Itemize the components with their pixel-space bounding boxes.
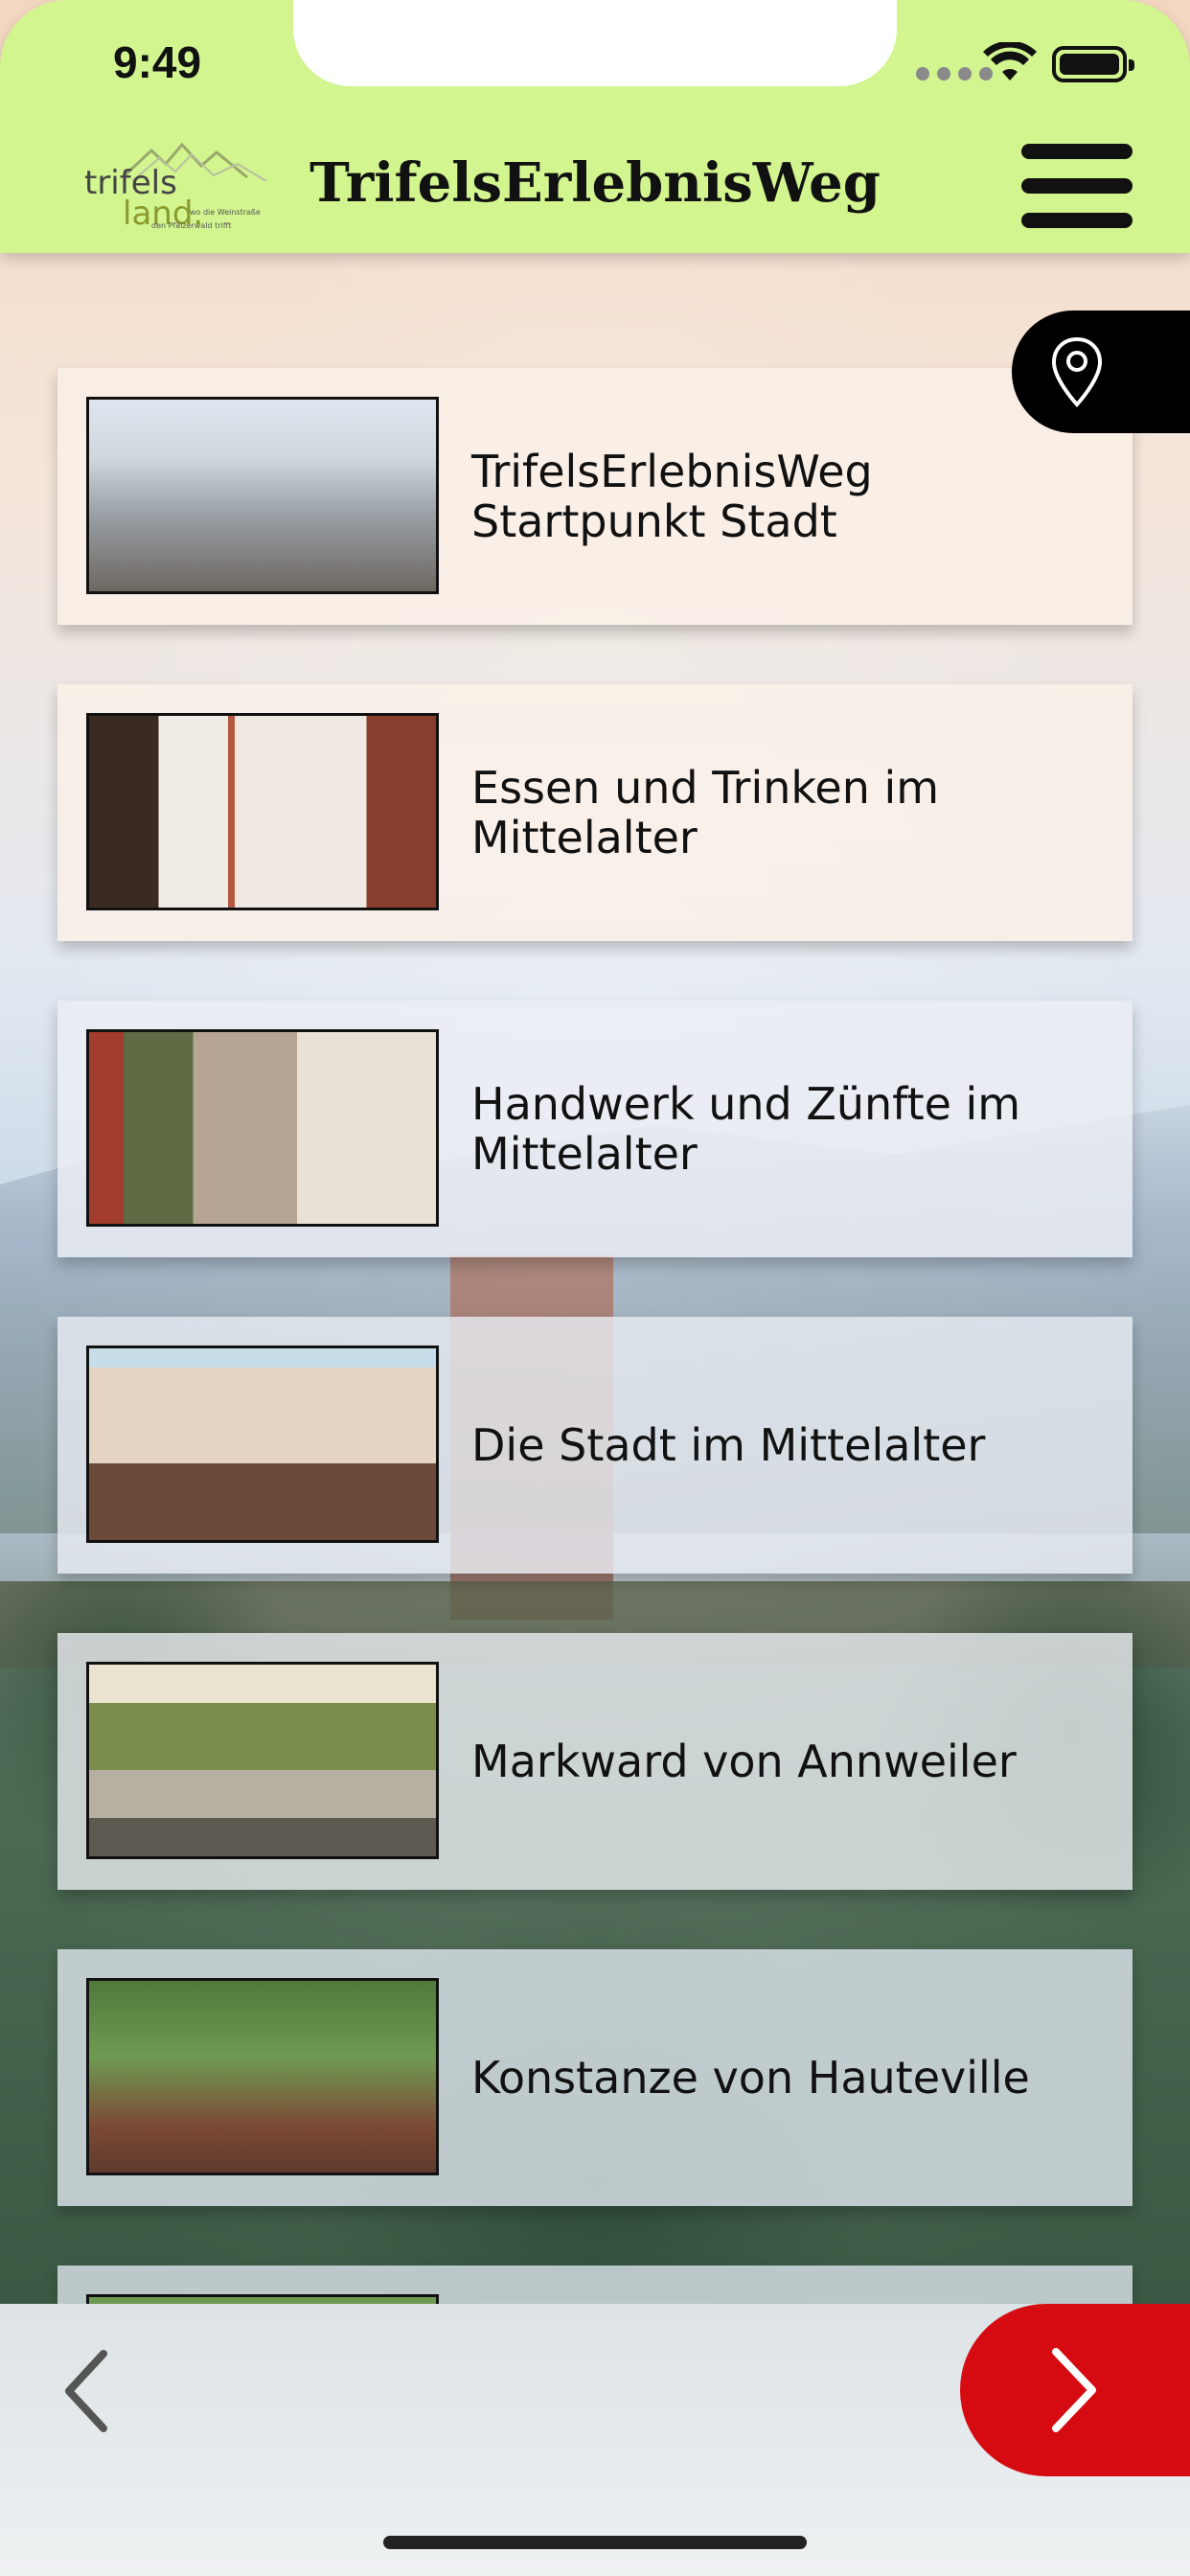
bottom-navigation-bar — [0, 2304, 1190, 2576]
station-thumbnail — [86, 397, 439, 594]
station-thumbnail — [86, 1978, 439, 2175]
station-title: Konstanze von Hauteville — [471, 2052, 1030, 2104]
station-title: Die Stadt im Mittelalter — [471, 1419, 986, 1471]
next-button[interactable] — [960, 2304, 1190, 2476]
battery-icon — [1052, 46, 1134, 82]
station-thumbnail — [86, 713, 439, 910]
station-card[interactable]: TrifelsErlebnisWeg Startpunkt Stadt — [57, 368, 1133, 625]
station-thumbnail — [86, 1029, 439, 1227]
map-button[interactable] — [1012, 310, 1190, 433]
station-title: Essen und Trinken im Mittelalter — [471, 762, 940, 863]
app-header: 9:49 trifels land. wo die Weinstraße den… — [0, 0, 1190, 253]
station-list: TrifelsErlebnisWeg Startpunkt Stadt Esse… — [57, 368, 1133, 2576]
status-time: 9:49 — [113, 37, 202, 87]
chevron-left-icon[interactable] — [57, 2348, 115, 2434]
chevron-right-icon — [1052, 2348, 1096, 2432]
station-title: TrifelsErlebnisWeg Startpunkt Stadt — [471, 446, 873, 547]
station-card[interactable]: Handwerk und Zünfte im Mittelalter — [57, 1000, 1133, 1257]
app-screen: 9:49 trifels land. wo die Weinstraße den… — [0, 0, 1190, 2576]
station-title: Markward von Annweiler — [471, 1736, 1017, 1787]
signal-dots-icon — [916, 67, 993, 80]
home-indicator[interactable] — [383, 2536, 807, 2549]
station-card[interactable]: Markward von Annweiler — [57, 1633, 1133, 1890]
device-notch — [293, 0, 897, 86]
station-title: Handwerk und Zünfte im Mittelalter — [471, 1078, 1021, 1180]
wifi-icon — [983, 42, 1037, 80]
station-thumbnail — [86, 1662, 439, 1859]
page-title: TrifelsErlebnisWeg — [309, 151, 881, 215]
location-pin-icon — [1051, 336, 1103, 407]
station-card[interactable]: Die Stadt im Mittelalter — [57, 1317, 1133, 1574]
station-thumbnail — [86, 1346, 439, 1543]
hamburger-menu-icon[interactable] — [1021, 144, 1133, 232]
station-card[interactable]: Konstanze von Hauteville — [57, 1949, 1133, 2206]
station-card[interactable]: Essen und Trinken im Mittelalter — [57, 684, 1133, 941]
